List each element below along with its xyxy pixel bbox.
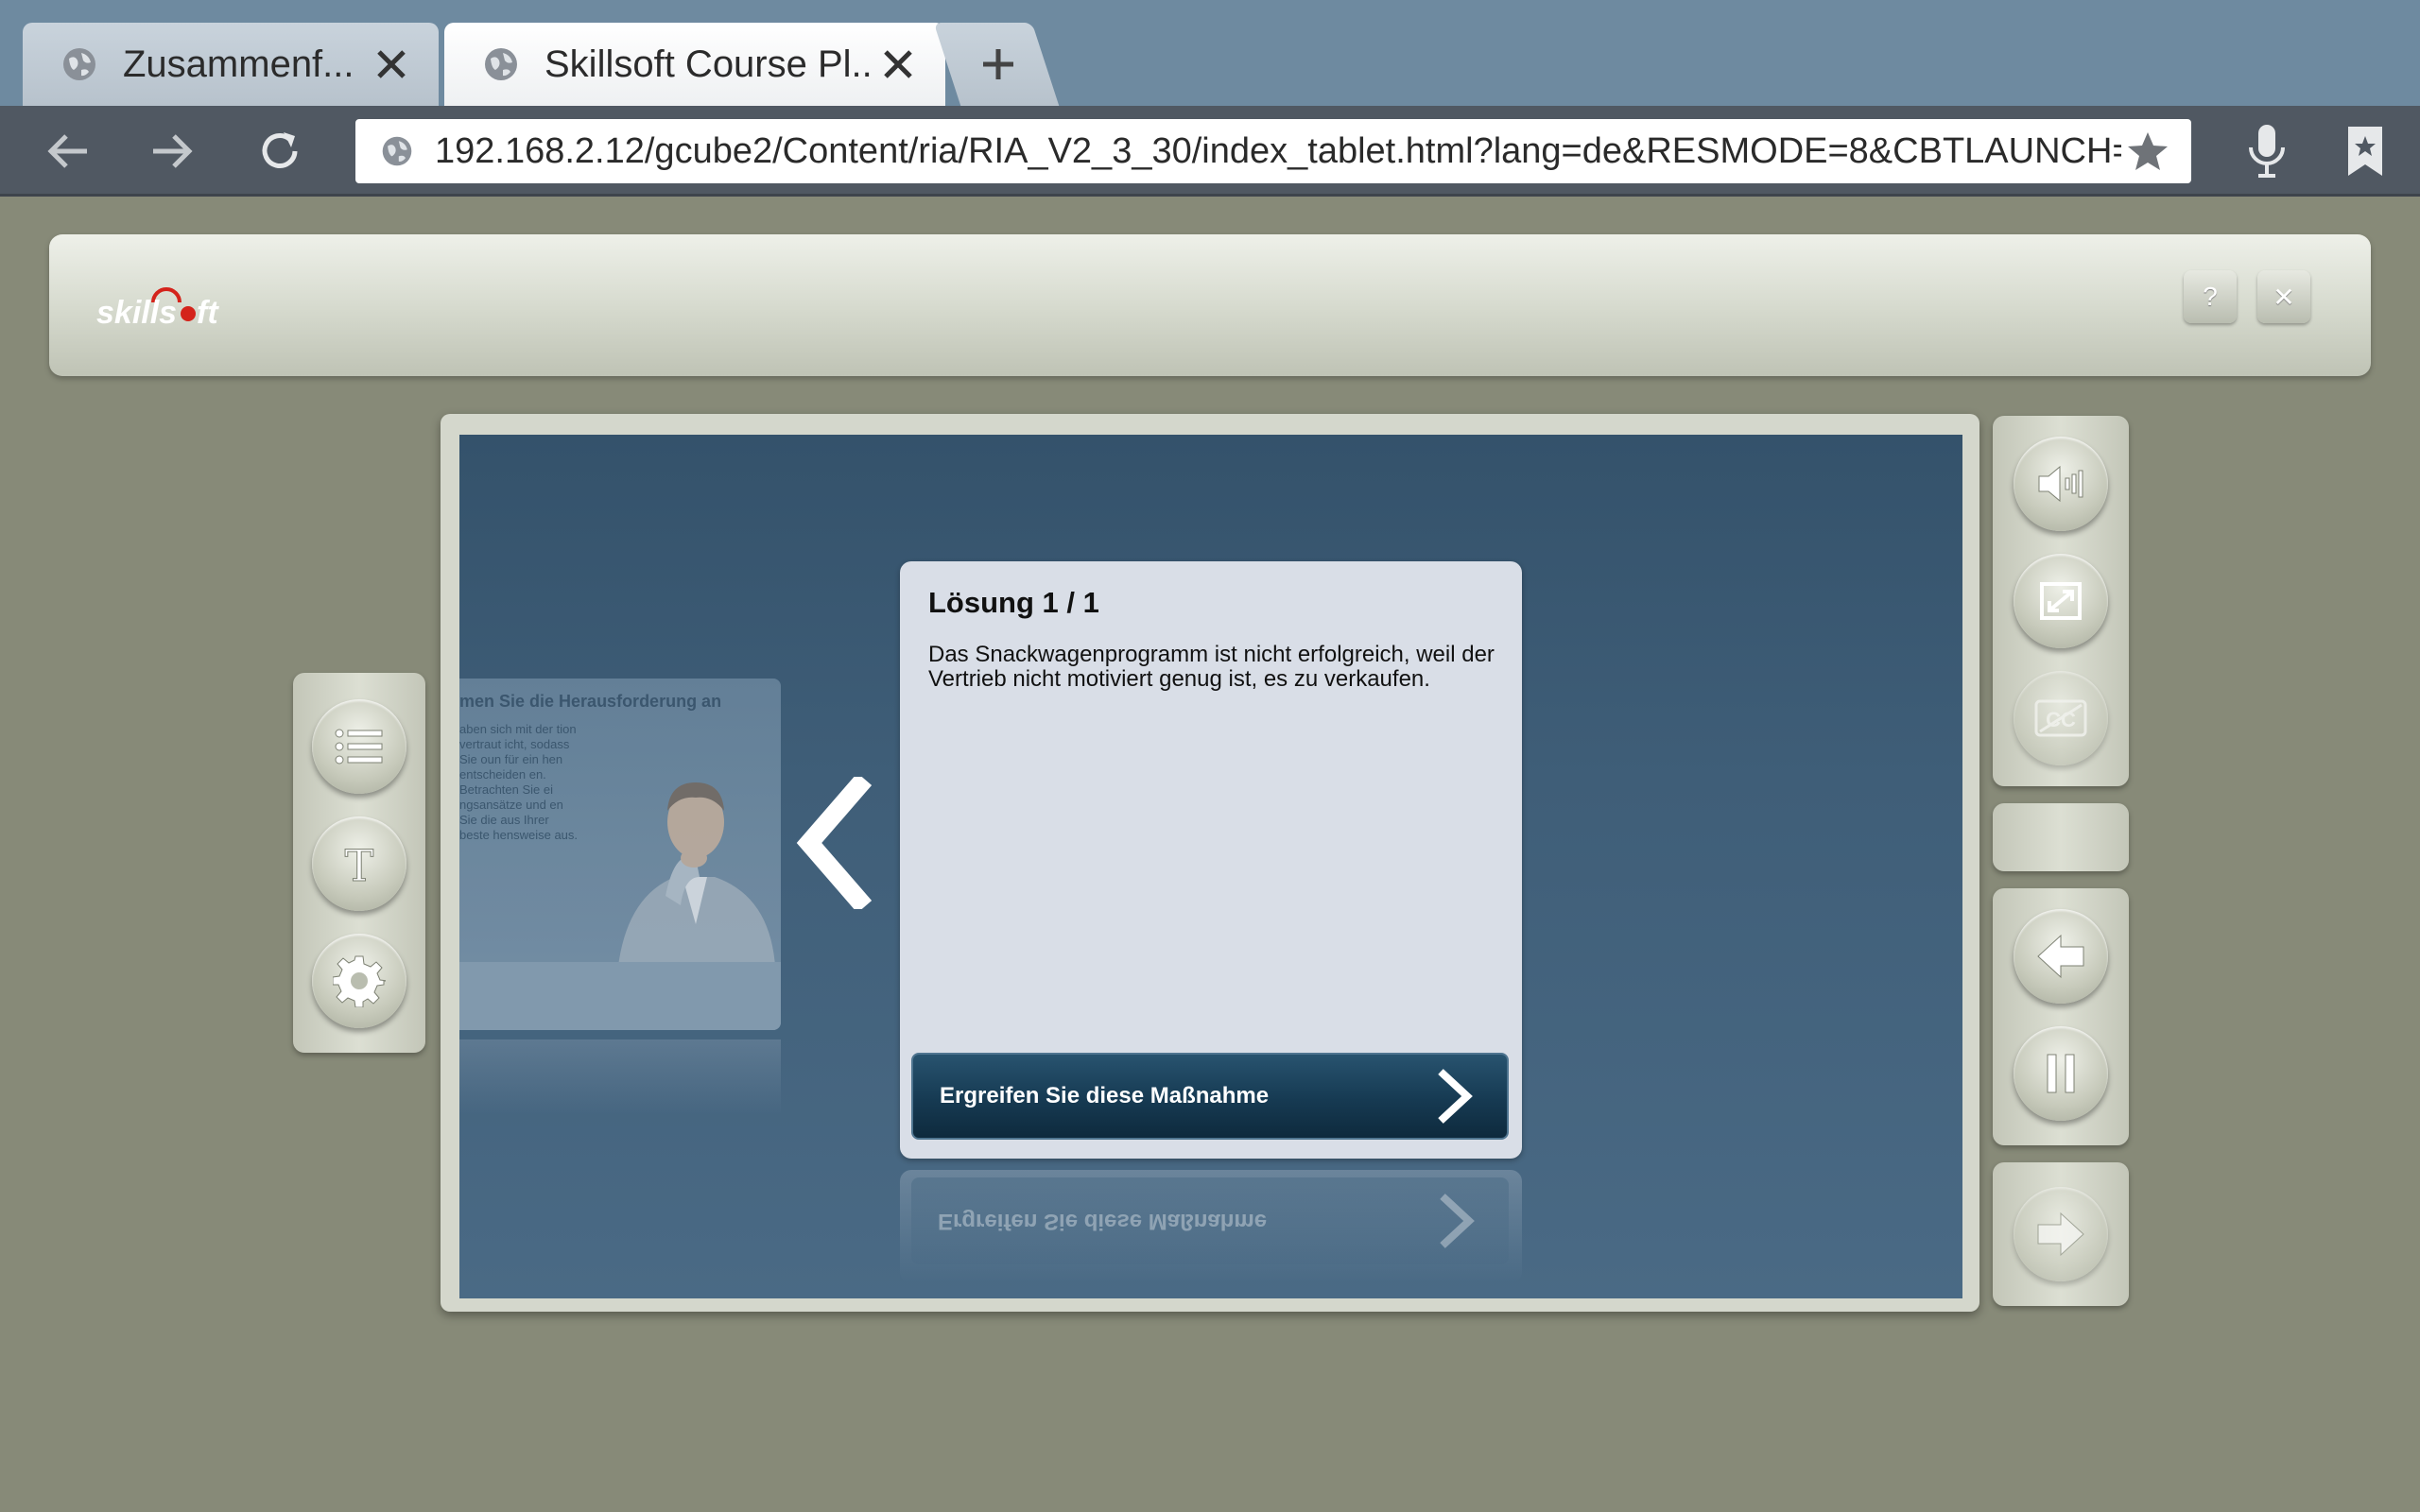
- settings-button[interactable]: [312, 934, 406, 1028]
- reflection-button: Ergreifen Sie diese Maßnahme: [911, 1177, 1509, 1264]
- preview-reflection: [459, 1040, 781, 1115]
- text-icon: T: [344, 841, 374, 886]
- forward-icon[interactable]: [142, 121, 202, 181]
- bookmarks-icon[interactable]: [2335, 121, 2395, 181]
- address-bar[interactable]: 192.168.2.12/gcube2/Content/ria/RIA_V2_3…: [355, 119, 2191, 183]
- gear-icon: [333, 955, 386, 1007]
- take-action-label: Ergreifen Sie diese Maßnahme: [940, 1083, 1270, 1108]
- list-icon: [335, 729, 383, 765]
- volume-button[interactable]: [2014, 437, 2108, 531]
- svg-text:ft: ft: [197, 295, 219, 331]
- chevron-right-icon: [1438, 1069, 1473, 1124]
- forward-arrow-icon: [2037, 1211, 2084, 1257]
- pause-button[interactable]: [2014, 1026, 2108, 1121]
- svg-text:T: T: [345, 841, 374, 886]
- help-label: ?: [2203, 282, 2218, 311]
- content-frame: men Sie die Herausforderung an aben sich…: [441, 414, 1979, 1312]
- close-label: ✕: [2273, 282, 2295, 312]
- pause-icon: [2047, 1054, 2075, 1093]
- previous-slide-title: men Sie die Herausforderung an: [459, 692, 722, 711]
- tab-title: Zusammenf...: [123, 43, 354, 85]
- tab-zusammenfassung[interactable]: Zusammenf...: [23, 23, 439, 106]
- reload-icon[interactable]: [250, 121, 310, 181]
- transcript-button[interactable]: T: [312, 816, 406, 911]
- content-stage: men Sie die Herausforderung an aben sich…: [459, 435, 1962, 1298]
- navigation-panel: [1993, 888, 2129, 1145]
- cc-icon: CC: [2034, 699, 2087, 737]
- left-tools-panel: T: [293, 673, 425, 1053]
- close-icon[interactable]: [875, 42, 921, 87]
- progress-panel: [1993, 803, 2129, 871]
- previous-slide-preview[interactable]: men Sie die Herausforderung an aben sich…: [459, 679, 781, 1030]
- card-title: Lösung 1 / 1: [928, 586, 1099, 619]
- chevron-right-icon: [1440, 1194, 1475, 1248]
- card-text: Das Snackwagenprogramm ist nicht erfolgr…: [928, 642, 1495, 692]
- next-button[interactable]: [2014, 1187, 2108, 1281]
- previous-slide-text: aben sich mit der tion vertraut icht, so…: [459, 722, 579, 842]
- plus-icon[interactable]: [970, 36, 1027, 93]
- tab-skillsoft-course-player[interactable]: Skillsoft Course Pl...: [444, 23, 945, 106]
- expand-icon: [2040, 582, 2082, 620]
- course-header: skills ft ? ✕: [49, 234, 2371, 376]
- help-button[interactable]: ?: [2184, 270, 2237, 323]
- close-icon[interactable]: [369, 42, 414, 87]
- menu-button[interactable]: [312, 699, 406, 794]
- solution-card: Lösung 1 / 1 Das Snackwagenprogramm ist …: [900, 561, 1522, 1159]
- url-text: 192.168.2.12/gcube2/Content/ria/RIA_V2_3…: [435, 130, 2121, 171]
- forward-panel: [1993, 1162, 2129, 1306]
- card-reflection: Ergreifen Sie diese Maßnahme: [900, 1170, 1522, 1283]
- person-image: [618, 782, 775, 966]
- close-course-button[interactable]: ✕: [2257, 270, 2310, 323]
- svg-text:skills: skills: [96, 295, 177, 331]
- microphone-icon[interactable]: [2237, 121, 2297, 181]
- media-controls-panel: CC: [1993, 416, 2129, 786]
- star-icon[interactable]: [2121, 125, 2174, 178]
- take-action-button[interactable]: Ergreifen Sie diese Maßnahme: [911, 1053, 1509, 1140]
- tab-title: Skillsoft Course Pl...: [544, 43, 875, 85]
- captions-button[interactable]: CC: [2014, 671, 2108, 765]
- browser-toolbar: 192.168.2.12/gcube2/Content/ria/RIA_V2_3…: [0, 106, 2420, 197]
- fullscreen-button[interactable]: [2014, 554, 2108, 648]
- volume-icon: [2038, 465, 2083, 503]
- skillsoft-logo: skills ft: [96, 287, 219, 331]
- back-icon[interactable]: [38, 121, 98, 181]
- globe-icon: [485, 48, 517, 80]
- reflection-label: Ergreifen Sie diese Maßnahme: [938, 1209, 1268, 1234]
- previous-chevron-icon[interactable]: [792, 777, 872, 909]
- browser-tabstrip: Zusammenf... Skillsoft Course Pl...: [0, 0, 2420, 106]
- globe-icon: [63, 48, 95, 80]
- desk-surface: [459, 962, 781, 1030]
- globe-icon: [382, 136, 412, 166]
- back-arrow-icon: [2037, 934, 2084, 979]
- back-button[interactable]: [2014, 909, 2108, 1004]
